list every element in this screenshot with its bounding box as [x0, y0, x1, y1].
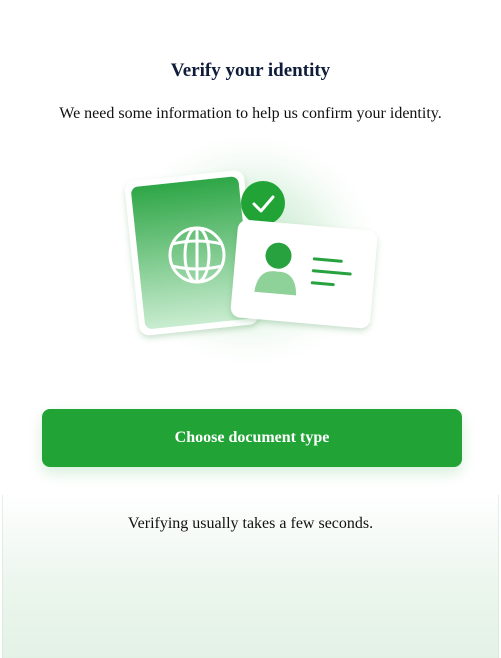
page-title: Verify your identity [170, 59, 331, 81]
verification-time-note: Verifying usually takes a few seconds. [127, 515, 374, 532]
id-card-icon [230, 219, 378, 329]
identity-documents-illustration [112, 125, 388, 375]
checkmark-icon [241, 181, 285, 225]
choose-document-type-button[interactable]: Choose document type [42, 409, 462, 467]
verify-identity-screen: Verify your identity We need some inform… [0, 0, 501, 658]
